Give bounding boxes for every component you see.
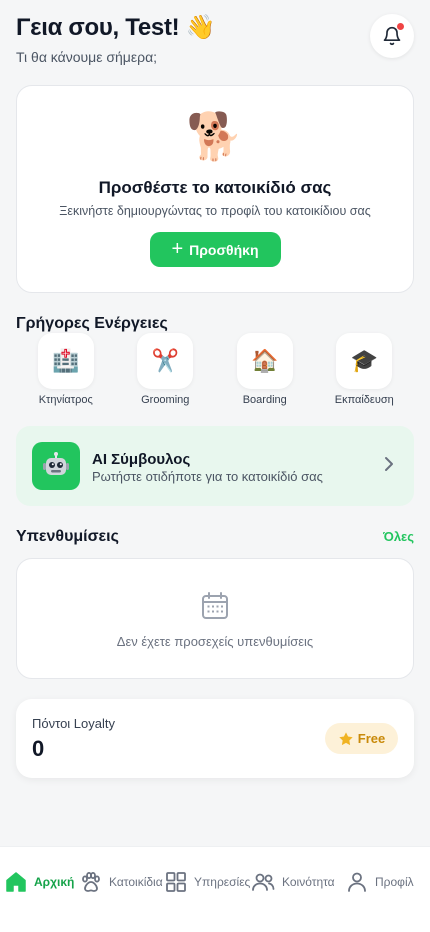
quick-actions-title: Γρήγορες Ενέργειες xyxy=(16,315,168,332)
greeting-subtitle: Τι θα κάνουμε σήμερα; xyxy=(16,49,158,65)
calendar-icon xyxy=(202,592,228,619)
add-pet-card: 🐕 Προσθέστε το κατοικίδιό σας Ξεκινήστε … xyxy=(16,85,414,293)
nav-label: Προφίλ xyxy=(375,875,414,889)
chevron-right-icon xyxy=(385,457,393,471)
graduation-cap-icon: 🎓 xyxy=(336,333,393,389)
loyalty-tier-label: Free xyxy=(357,731,386,746)
ai-assistant-subtitle: Ρωτήστε οτιδήποτε για το κατοικίδιό σας xyxy=(92,469,323,484)
nav-label: Κοινότητα xyxy=(282,875,335,889)
nav-label: Υπηρεσίες xyxy=(194,875,251,889)
add-pet-title: Προσθέστε το κατοικίδιό σας xyxy=(98,178,332,197)
quick-action-boarding[interactable]: 🏠 Boarding xyxy=(215,333,315,413)
ai-assistant-title: AI Σύμβουλος xyxy=(92,451,191,468)
loyalty-points: 0 xyxy=(32,736,45,761)
reminders-see-all-link[interactable]: Όλες xyxy=(383,529,414,544)
quick-action-label: Boarding xyxy=(242,394,287,406)
nav-profile[interactable]: Προφίλ xyxy=(345,869,414,895)
nav-pets[interactable]: Κατοικίδια xyxy=(79,869,163,895)
user-icon xyxy=(348,872,366,892)
plus-icon: + xyxy=(171,237,184,260)
home-icon xyxy=(6,872,26,892)
loyalty-card[interactable]: Πόντοι Loyalty 0 Free xyxy=(16,699,414,778)
paw-icon xyxy=(82,872,100,892)
scissors-icon: ✂️ xyxy=(137,333,194,389)
reminders-title: Υπενθυμίσεις xyxy=(16,528,119,545)
quick-action-label: Κτηνίατρος xyxy=(38,394,93,406)
loyalty-tier-badge: Free xyxy=(325,723,398,754)
quick-action-label: Εκπαίδευση xyxy=(334,394,394,406)
bottom-nav: Αρχική Κατοικίδια Υπηρεσίες Κοινότητα Πρ… xyxy=(0,846,430,932)
notification-dot xyxy=(397,23,404,30)
ai-assistant-card[interactable]: AI Σύμβουλος Ρωτήστε οτιδήποτε για το κα… xyxy=(16,426,414,506)
quick-action-training[interactable]: 🎓 Εκπαίδευση xyxy=(315,333,415,413)
reminders-empty-card: Δεν έχετε προσεχείς υπενθυμίσεις xyxy=(16,558,414,679)
dog-icon: 🐕 xyxy=(186,110,244,162)
greeting-title: Γεια σου, Test! 👋 xyxy=(16,14,216,41)
nav-services[interactable]: Υπηρεσίες xyxy=(164,869,250,895)
house-icon: 🏠 xyxy=(236,333,293,389)
users-icon xyxy=(252,873,275,891)
nav-home[interactable]: Αρχική xyxy=(4,869,74,895)
nav-label: Κατοικίδια xyxy=(109,875,163,889)
header: Γεια σου, Test! 👋 Τι θα κάνουμε σήμερα; xyxy=(16,14,414,70)
reminders-empty-text: Δεν έχετε προσεχείς υπενθυμίσεις xyxy=(116,634,314,649)
nav-label: Αρχική xyxy=(34,875,75,889)
star-icon xyxy=(339,731,353,745)
add-pet-button[interactable]: + Προσθήκη xyxy=(149,232,281,267)
hospital-icon: 🏥 xyxy=(37,333,94,389)
quick-action-vet[interactable]: 🏥 Κτηνίατρος xyxy=(16,333,116,413)
add-pet-button-label: Προσθήκη xyxy=(189,241,259,258)
notifications-button[interactable] xyxy=(370,14,414,58)
robot-icon xyxy=(32,442,80,490)
grid-icon xyxy=(166,872,186,892)
loyalty-label: Πόντοι Loyalty xyxy=(32,716,115,731)
quick-action-grooming[interactable]: ✂️ Grooming xyxy=(116,333,216,413)
nav-community[interactable]: Κοινότητα xyxy=(250,869,335,895)
add-pet-description: Ξεκινήστε δημιουργώντας το προφίλ του κα… xyxy=(59,204,371,218)
quick-actions: 🏥 Κτηνίατρος ✂️ Grooming 🏠 Boarding 🎓 Εκ… xyxy=(16,333,414,413)
quick-action-label: Grooming xyxy=(141,394,190,406)
